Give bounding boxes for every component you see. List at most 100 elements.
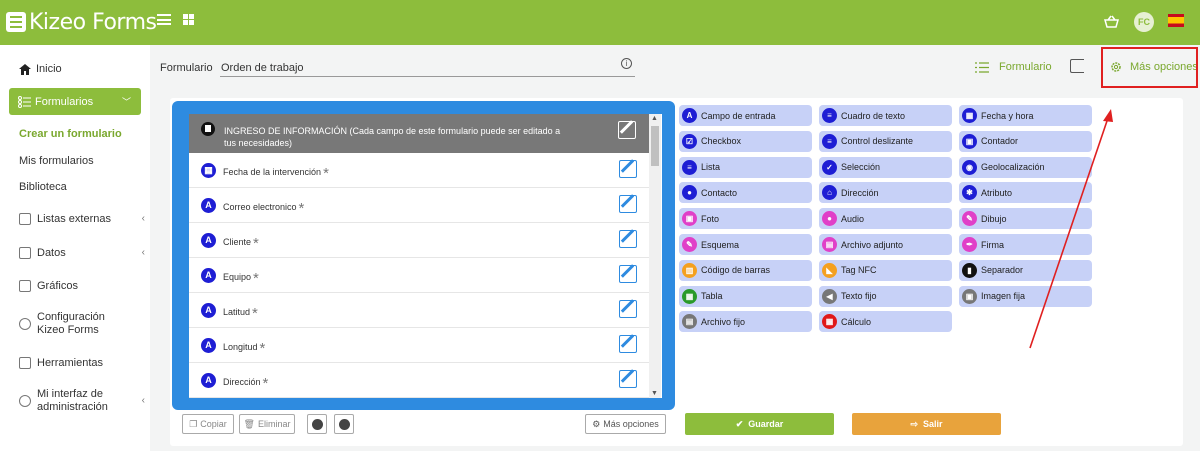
required-asterisk: *: [259, 340, 266, 357]
sidebar-item-inicio[interactable]: Inicio: [19, 63, 62, 75]
palette-item[interactable]: ▤ Archivo adjunto: [819, 234, 952, 255]
sidebar-item-mi-interfaz[interactable]: Mi interfaz de administración ‹: [19, 388, 145, 414]
edit-icon[interactable]: [619, 370, 637, 388]
palette-item[interactable]: ✎ Esquema: [679, 234, 812, 255]
delete-button[interactable]: 🗑 Eliminar: [239, 414, 295, 434]
sidebar-item-herramientas[interactable]: Herramientas: [19, 357, 139, 369]
palette-item[interactable]: ≡ Lista: [679, 156, 812, 178]
palette-item[interactable]: ▣ Contador: [959, 130, 1092, 152]
palette-item[interactable]: ▥ Código de barras: [679, 259, 812, 281]
form-field-row[interactable]: A Equipo *: [189, 259, 649, 293]
palette-item-label: Control deslizante: [841, 136, 914, 147]
palette-item-label: Audio: [841, 213, 865, 224]
sign-out-icon: ⇨: [910, 418, 919, 429]
info-icon[interactable]: i: [621, 58, 632, 69]
field-type-icon: ✓: [822, 159, 837, 175]
sidebar-sub-crear-formulario[interactable]: Crear un formulario: [19, 128, 122, 140]
form-field-row[interactable]: A Correo electronico *: [189, 189, 649, 223]
save-button[interactable]: ✔ Guardar: [685, 413, 834, 435]
palette-item[interactable]: ✓ Selección: [819, 156, 952, 178]
field-type-icon: ≡: [822, 133, 837, 149]
edit-icon[interactable]: [619, 230, 637, 248]
sidebar-item-label: Configuración Kizeo Forms: [37, 311, 105, 336]
palette-item[interactable]: ⌂ Dirección: [819, 182, 952, 204]
form-field-row[interactable]: A Longitud *: [189, 329, 649, 363]
exit-button[interactable]: ⇨ Salir: [852, 413, 1001, 435]
palette-item[interactable]: ✒ Firma: [959, 234, 1092, 255]
palette-item[interactable]: ≡ Control deslizante: [819, 130, 952, 152]
highlight-box: [1101, 47, 1198, 88]
edit-icon[interactable]: [619, 160, 637, 178]
field-type-icon: ✎: [682, 237, 697, 252]
hamburger-menu-icon[interactable]: [157, 14, 171, 25]
palette-item-label: Imagen fija: [981, 291, 1026, 302]
palette-item[interactable]: ≡ Cuadro de texto: [819, 105, 952, 126]
user-avatar[interactable]: FC: [1134, 12, 1154, 32]
field-type-icon: ✒: [962, 237, 977, 252]
text-field-icon: A: [201, 338, 216, 353]
tab-formulario[interactable]: Formulario: [975, 61, 1052, 73]
palette-item[interactable]: ▦ Fecha y hora: [959, 105, 1092, 126]
field-type-icon: ▥: [682, 262, 697, 278]
palette-item-label: Código de barras: [701, 265, 771, 276]
palette-item[interactable]: A Campo de entrada: [679, 105, 812, 126]
edit-icon[interactable]: [619, 335, 637, 353]
palette-item[interactable]: ● Contacto: [679, 182, 812, 204]
palette-item[interactable]: ◣ Tag NFC: [819, 259, 952, 281]
form-field-list[interactable]: INGRESO DE INFORMACIÓN (Cada campo de es…: [189, 114, 662, 398]
chevron-down-icon: ﹀: [121, 97, 131, 107]
button-label: Salir: [923, 419, 943, 429]
edit-icon[interactable]: [619, 195, 637, 213]
required-asterisk: *: [253, 235, 259, 252]
form-field-row[interactable]: A Dirección *: [189, 364, 649, 398]
palette-item[interactable]: ✱ Atributo: [959, 182, 1092, 204]
move-down-button[interactable]: [334, 414, 354, 434]
edit-icon[interactable]: [618, 121, 636, 139]
palette-item[interactable]: ✎ Dibujo: [959, 208, 1092, 230]
move-up-button[interactable]: [307, 414, 327, 434]
palette-item[interactable]: ▣ Imagen fija: [959, 285, 1092, 307]
palette-item[interactable]: ▦ Tabla: [679, 285, 812, 307]
palette-item-label: Archivo fijo: [701, 316, 746, 327]
palette-item-label: Tabla: [701, 291, 723, 302]
apps-grid-icon[interactable]: [183, 14, 194, 25]
scroll-down-icon[interactable]: ▼: [651, 390, 658, 397]
field-type-icon: ◉: [962, 159, 977, 175]
separator-row[interactable]: INGRESO DE INFORMACIÓN (Cada campo de es…: [189, 114, 649, 153]
form-field-row[interactable]: ▦ Fecha de la intervención *: [189, 154, 649, 188]
palette-item[interactable]: ☑ Checkbox: [679, 130, 812, 152]
sidebar-item-listas-externas[interactable]: Listas externas ‹: [19, 213, 145, 225]
palette-item[interactable]: ▮ Separador: [959, 259, 1092, 281]
sidebar-sub-biblioteca[interactable]: Biblioteca: [19, 181, 67, 193]
palette-item[interactable]: ◀ Texto fijo: [819, 285, 952, 307]
more-options-button[interactable]: ⚙ Más opciones: [585, 414, 666, 434]
field-list-scrollbar[interactable]: ▲ ▼: [649, 114, 661, 398]
button-label: Guardar: [748, 419, 784, 429]
edit-icon[interactable]: [619, 300, 637, 318]
palette-item[interactable]: ▦ Cálculo: [819, 311, 952, 333]
sidebar-item-formularios[interactable]: Formularios ﹀: [9, 88, 141, 115]
copy-button[interactable]: ❐ Copiar: [182, 414, 234, 434]
form-name-input[interactable]: Orden de trabajo: [221, 62, 304, 74]
sidebar-sub-mis-formularios[interactable]: Mis formularios: [19, 155, 94, 167]
app-logo[interactable]: Kizeo Forms: [6, 7, 157, 37]
sidebar-item-graficos[interactable]: Gráficos: [19, 280, 139, 292]
scroll-thumb[interactable]: [651, 126, 659, 166]
button-label: Más opciones: [603, 419, 659, 429]
spain-flag-icon[interactable]: [1168, 14, 1184, 27]
sidebar-item-configuracion[interactable]: Configuración Kizeo Forms: [19, 311, 139, 337]
scroll-up-icon[interactable]: ▲: [651, 115, 658, 122]
palette-item[interactable]: ◉ Geolocalización: [959, 156, 1092, 178]
form-field-row[interactable]: A Latitud *: [189, 294, 649, 328]
palette-item[interactable]: ● Audio: [819, 208, 952, 230]
edit-icon[interactable]: [619, 265, 637, 283]
sidebar-item-label: Inicio: [36, 63, 62, 75]
palette-item[interactable]: ▤ Archivo fijo: [679, 311, 812, 333]
basket-icon[interactable]: [1104, 15, 1119, 31]
palette-item[interactable]: ▣ Foto: [679, 208, 812, 230]
field-type-icon: ●: [682, 185, 697, 201]
sidebar-item-datos[interactable]: Datos ‹: [19, 247, 145, 259]
field-type-icon: ▣: [682, 211, 697, 227]
export-icon[interactable]: [1070, 59, 1084, 73]
form-field-row[interactable]: A Cliente *: [189, 224, 649, 258]
